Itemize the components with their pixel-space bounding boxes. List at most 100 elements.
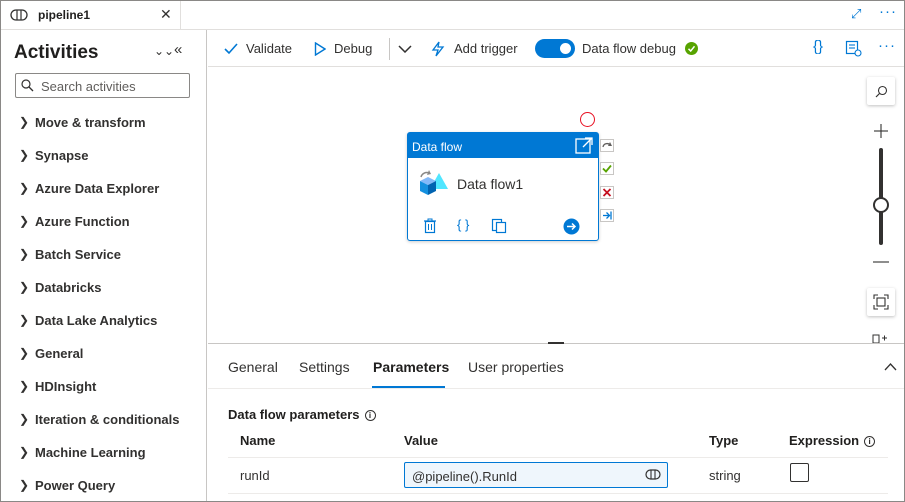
zoom-out-button[interactable]	[867, 248, 895, 276]
activities-title: Activities	[14, 42, 99, 63]
param-value-field[interactable]	[404, 462, 668, 488]
node-header: Data flow	[408, 133, 598, 158]
chevron-right-icon: ❯	[19, 346, 30, 360]
zoom-in-button[interactable]	[867, 117, 895, 145]
play-icon	[314, 41, 326, 56]
go-arrow-icon[interactable]	[563, 218, 580, 235]
info-icon[interactable]: i	[864, 436, 876, 447]
collapse-panel-icon[interactable]: «	[174, 41, 182, 58]
activities-panel: Activities ⌄⌄ « ❯Move & transform ❯Synap…	[1, 30, 207, 501]
code-view-icon[interactable]: {}	[813, 38, 823, 55]
node-name: Data flow1	[457, 176, 524, 192]
collapse-panel-icon[interactable]	[884, 363, 897, 371]
column-header-value: Value	[404, 433, 438, 448]
tab-general[interactable]: General	[228, 359, 278, 375]
fit-screen-icon	[873, 294, 889, 310]
category-hdinsight[interactable]: ❯ HDInsight	[19, 376, 96, 396]
app-window: pipeline1 ✕ ⤢ ··· Activities ⌄⌄ « ❯Move …	[0, 0, 905, 502]
column-header-name: Name	[240, 433, 276, 448]
chevron-right-icon: ❯	[19, 115, 30, 129]
chevron-down-icon	[398, 44, 412, 53]
chevron-right-icon: ❯	[19, 214, 30, 228]
failure-connector-icon[interactable]	[600, 186, 614, 199]
tab-pipeline1[interactable]: pipeline1 ✕	[1, 1, 181, 30]
dataflow-debug-toggle[interactable]	[535, 39, 575, 58]
delete-icon[interactable]	[423, 218, 437, 234]
skipped-connector-icon[interactable]	[600, 139, 614, 152]
category-synapse[interactable]: ❯ Synapse	[19, 145, 88, 165]
add-trigger-button[interactable]: Add trigger	[430, 30, 518, 67]
category-general[interactable]: ❯ General	[19, 343, 83, 363]
param-type: string	[709, 468, 741, 483]
dataflow-activity-node[interactable]: Data flow Data flow1 {}	[407, 132, 599, 241]
code-icon[interactable]: { }	[457, 217, 469, 232]
column-header-expression: Expression i	[789, 433, 876, 448]
properties-panel: General Settings Parameters User propert…	[208, 344, 904, 501]
chevron-right-icon: ❯	[19, 445, 30, 459]
close-icon[interactable]: ✕	[160, 6, 172, 23]
completion-connector-icon[interactable]	[600, 209, 614, 222]
fit-to-screen-button[interactable]	[867, 288, 895, 316]
chevron-right-icon: ❯	[19, 379, 30, 393]
success-connector-icon[interactable]	[600, 162, 614, 175]
chevron-right-icon: ❯	[19, 148, 30, 162]
chevron-right-icon: ❯	[19, 313, 30, 327]
search-icon	[21, 79, 34, 92]
param-value-input[interactable]	[412, 467, 632, 485]
collapse-all-icon[interactable]: ⌄⌄	[154, 44, 174, 58]
debug-options-dropdown[interactable]	[398, 30, 420, 67]
table-row-divider	[228, 493, 888, 494]
validate-button[interactable]: Validate	[224, 30, 292, 67]
pipeline-canvas[interactable]: Data flow Data flow1 {}	[208, 68, 904, 343]
plus-icon	[874, 124, 888, 138]
category-data-lake-analytics[interactable]: ❯ Data Lake Analytics	[19, 310, 157, 330]
dataflow-icon	[420, 170, 448, 195]
chevron-right-icon: ❯	[19, 181, 30, 195]
minus-icon	[873, 261, 889, 263]
tab-bar: pipeline1 ✕ ⤢ ···	[1, 1, 904, 30]
dataflow-debug-label: Data flow debug	[582, 41, 676, 56]
tab-settings[interactable]: Settings	[299, 359, 350, 375]
tabs-divider	[208, 388, 904, 389]
tab-title: pipeline1	[38, 8, 91, 22]
column-header-type: Type	[709, 433, 739, 448]
copy-icon[interactable]	[491, 218, 507, 234]
category-move-transform[interactable]: ❯ Move & transform	[19, 112, 146, 132]
category-batch-service[interactable]: ❯ Batch Service	[19, 244, 121, 264]
category-azure-function[interactable]: ❯ Azure Function	[19, 211, 130, 231]
search-input[interactable]	[41, 77, 186, 95]
tab-user-properties[interactable]: User properties	[468, 359, 564, 375]
more-icon[interactable]: ···	[879, 3, 897, 20]
error-indicator-icon	[580, 112, 595, 127]
expand-icon[interactable]: ⤢	[851, 6, 861, 22]
toolbar-divider	[389, 38, 390, 60]
zoom-search-button[interactable]	[867, 77, 895, 105]
auto-align-icon[interactable]	[872, 334, 888, 343]
status-ok-icon	[685, 42, 698, 55]
category-power-query[interactable]: ❯ Power Query	[19, 475, 115, 495]
tab-parameters[interactable]: Parameters	[373, 359, 449, 375]
info-icon[interactable]: i	[364, 410, 376, 421]
pipeline-toolbar: Validate Debug Add trigger Data flow deb…	[208, 30, 904, 67]
category-databricks[interactable]: ❯ Databricks	[19, 277, 101, 297]
properties-icon[interactable]	[845, 40, 862, 57]
chevron-right-icon: ❯	[19, 412, 30, 426]
pipeline-icon	[10, 9, 28, 21]
more-icon[interactable]: ···	[878, 37, 896, 54]
open-external-icon[interactable]	[575, 137, 593, 154]
magnifier-icon	[875, 85, 887, 97]
pipeline-icon[interactable]	[645, 469, 661, 480]
category-iteration-conditionals[interactable]: ❯ Iteration & conditionals	[19, 409, 179, 429]
chevron-right-icon: ❯	[19, 478, 30, 492]
search-box[interactable]	[15, 73, 190, 98]
table-header-divider	[228, 457, 888, 458]
lightning-icon	[431, 41, 445, 56]
param-name: runId	[240, 468, 270, 483]
chevron-right-icon: ❯	[19, 247, 30, 261]
zoom-slider-thumb[interactable]	[873, 197, 889, 213]
category-machine-learning[interactable]: ❯ Machine Learning	[19, 442, 146, 462]
category-azure-data-explorer[interactable]: ❯ Azure Data Explorer	[19, 178, 159, 198]
expression-checkbox[interactable]	[790, 463, 809, 482]
checkmark-icon	[224, 42, 238, 54]
debug-button[interactable]: Debug	[314, 30, 372, 67]
